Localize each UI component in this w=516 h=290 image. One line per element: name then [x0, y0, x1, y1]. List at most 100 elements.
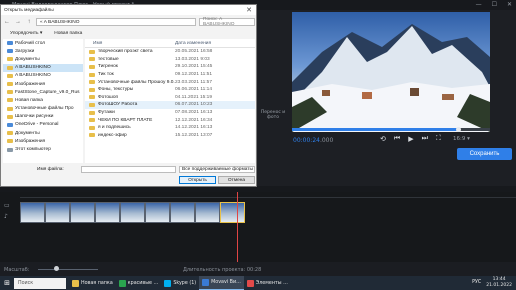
new-folder-button[interactable]: Новая папка [54, 31, 82, 36]
taskbar-app[interactable]: красивые … [116, 276, 162, 290]
app-icon [118, 279, 126, 287]
zoom-slider[interactable] [38, 269, 98, 270]
back-icon[interactable]: ← [3, 19, 11, 25]
taskbar-app[interactable]: Movavi Ви… [199, 276, 244, 290]
timeline-clip[interactable] [195, 202, 220, 223]
file-row[interactable]: ФотоШОУ Работа 06.07.2021 10:23 [85, 101, 255, 109]
organize-button[interactable]: Упорядочить ▾ [10, 31, 42, 36]
file-row[interactable]: тестовые 13.03.2021 9:03 [85, 56, 255, 64]
tree-item[interactable]: Изображения [3, 137, 83, 145]
tree-item[interactable]: FastStone_Capture_v9.0_Rus [3, 88, 83, 96]
tray-lang[interactable]: РУС [472, 280, 481, 285]
playhead[interactable] [237, 192, 238, 268]
taskbar-search[interactable]: Поиск [14, 277, 66, 289]
open-button[interactable]: Открыть [179, 176, 216, 184]
cloud-icon [7, 122, 13, 127]
timeline-clip[interactable] [45, 202, 70, 223]
undo-icon[interactable]: ⟲ [380, 135, 386, 143]
file-row[interactable]: Футажи 07.08.2021 16:13 [85, 109, 255, 117]
aspect-ratio-select[interactable]: 16:9 ▾ [453, 136, 470, 142]
file-row[interactable]: я и подпешись 14.12.2021 16:13 [85, 124, 255, 132]
tree-item[interactable]: Установочные файлы Про [3, 105, 83, 113]
tree-item[interactable]: Загрузки [3, 47, 83, 55]
tree-item[interactable]: A BABUSHKINO [3, 72, 83, 80]
timeline[interactable] [0, 192, 516, 262]
folder-icon [89, 80, 95, 85]
tree-item-label: FastStone_Capture_v9.0_Rus [15, 89, 80, 95]
timeline-clip[interactable] [145, 202, 170, 223]
zoom-knob[interactable] [54, 266, 59, 271]
folder-icon [7, 106, 13, 111]
tree-item[interactable]: Шапочки рисунки [3, 113, 83, 121]
playback-progress[interactable] [292, 127, 490, 132]
timeline-clip[interactable] [220, 202, 245, 223]
column-date[interactable]: Дата изменения [175, 41, 211, 46]
up-icon[interactable]: ↑ [25, 19, 33, 25]
current-time: 00:00:24 [293, 137, 320, 144]
minimize-button[interactable]: — [476, 1, 482, 8]
video-track-icon[interactable]: ▭ [4, 200, 10, 211]
maximize-button[interactable]: ☐ [492, 1, 497, 8]
tree-item[interactable]: A BABUSHKINO [3, 63, 83, 72]
address-bar[interactable]: « A BABUSHKINO [36, 18, 196, 26]
timeline-clip[interactable] [70, 202, 95, 223]
tree-item[interactable]: Документы [3, 129, 83, 137]
file-row[interactable]: творческий проэкт света 20.05.2021 16:58 [85, 48, 255, 56]
windows-start-icon[interactable]: ⊞ [0, 276, 14, 290]
search-input[interactable]: Поиск: A BABUSHKINO [199, 17, 255, 27]
tree-item[interactable]: Этот компьютер [3, 145, 83, 153]
audio-track-icon[interactable]: ♪ [4, 211, 10, 222]
timeline-clip[interactable] [120, 202, 145, 223]
dialog-toolbar: Упорядочить ▾ Новая папка [3, 29, 255, 38]
dialog-close-button[interactable]: ✕ [246, 6, 252, 14]
file-type-filter[interactable]: Все поддерживаемые форматы [179, 166, 255, 173]
timeline-clip[interactable] [95, 202, 120, 223]
next-icon[interactable]: ⏭ [422, 134, 428, 143]
video-preview[interactable] [292, 12, 490, 132]
progress-fill [292, 128, 459, 131]
taskbar-app-label: Новая папка [81, 280, 113, 286]
documents-icon [7, 57, 13, 62]
filename-input[interactable] [81, 166, 176, 173]
preview-landscape [292, 24, 490, 132]
file-row[interactable]: Фоны, текстуры 06.06.2021 11:14 [85, 86, 255, 94]
tree-item[interactable]: Изображения [3, 80, 83, 88]
forward-icon[interactable]: → [14, 19, 22, 25]
file-name-cell: ЧЕКИ ПО КВАРТ ПЛАТЕ [85, 118, 175, 123]
file-date: 23.03.2021 11:57 [175, 79, 212, 85]
taskbar-app[interactable]: Элементы … [244, 276, 291, 290]
file-name-cell: Фоны, текстуры [85, 87, 175, 92]
file-row[interactable]: Фотошоп 04.11.2021 15:19 [85, 94, 255, 102]
cancel-button[interactable]: Отмена [218, 176, 255, 184]
tree-item[interactable]: OneDrive - Personal [3, 121, 83, 129]
file-row[interactable]: ЧЕКИ ПО КВАРТ ПЛАТЕ 12.12.2021 16:34 [85, 116, 255, 124]
time-ms: .000 [319, 137, 334, 144]
folder-icon [7, 114, 13, 119]
column-name[interactable]: Имя [85, 41, 175, 46]
close-button[interactable]: ✕ [507, 1, 512, 8]
file-name: тестовые [98, 56, 119, 62]
tree-item[interactable]: Рабочий стол [3, 39, 83, 47]
taskbar-app[interactable]: Skype (1) [161, 276, 199, 290]
file-date: 12.12.2021 16:34 [175, 117, 213, 123]
save-button[interactable]: Сохранить [457, 148, 512, 160]
file-name: я и подпешись [98, 125, 131, 131]
side-tools-label[interactable]: Перенос и фото [260, 110, 286, 120]
file-row[interactable]: Установочные файлы Прошоу 9.0.379723.03.… [85, 78, 255, 86]
tree-item[interactable]: Новая папка [3, 96, 83, 104]
prev-icon[interactable]: ⏮ [394, 134, 400, 143]
file-date: 13.03.2021 9:03 [175, 56, 210, 62]
timeline-clip[interactable] [170, 202, 195, 223]
folder-icon [89, 125, 95, 130]
tray-clock[interactable]: 13:44 21.01.2022 [486, 277, 512, 288]
timeline-ruler[interactable] [20, 192, 516, 198]
play-icon[interactable]: ▶ [408, 135, 413, 143]
file-row[interactable]: Тик ток 09.12.2021 11:51 [85, 71, 255, 79]
taskbar-app[interactable]: Новая папка [69, 276, 116, 290]
fullscreen-icon[interactable]: ⛶ [436, 134, 441, 143]
tree-item[interactable]: Документы [3, 55, 83, 63]
folder-icon [89, 49, 95, 54]
timeline-clip[interactable] [20, 202, 45, 223]
file-row[interactable]: Тигренок 29.10.2021 15:45 [85, 63, 255, 71]
file-row[interactable]: индекс-эфир 15.12.2021 13:07 [85, 132, 255, 140]
